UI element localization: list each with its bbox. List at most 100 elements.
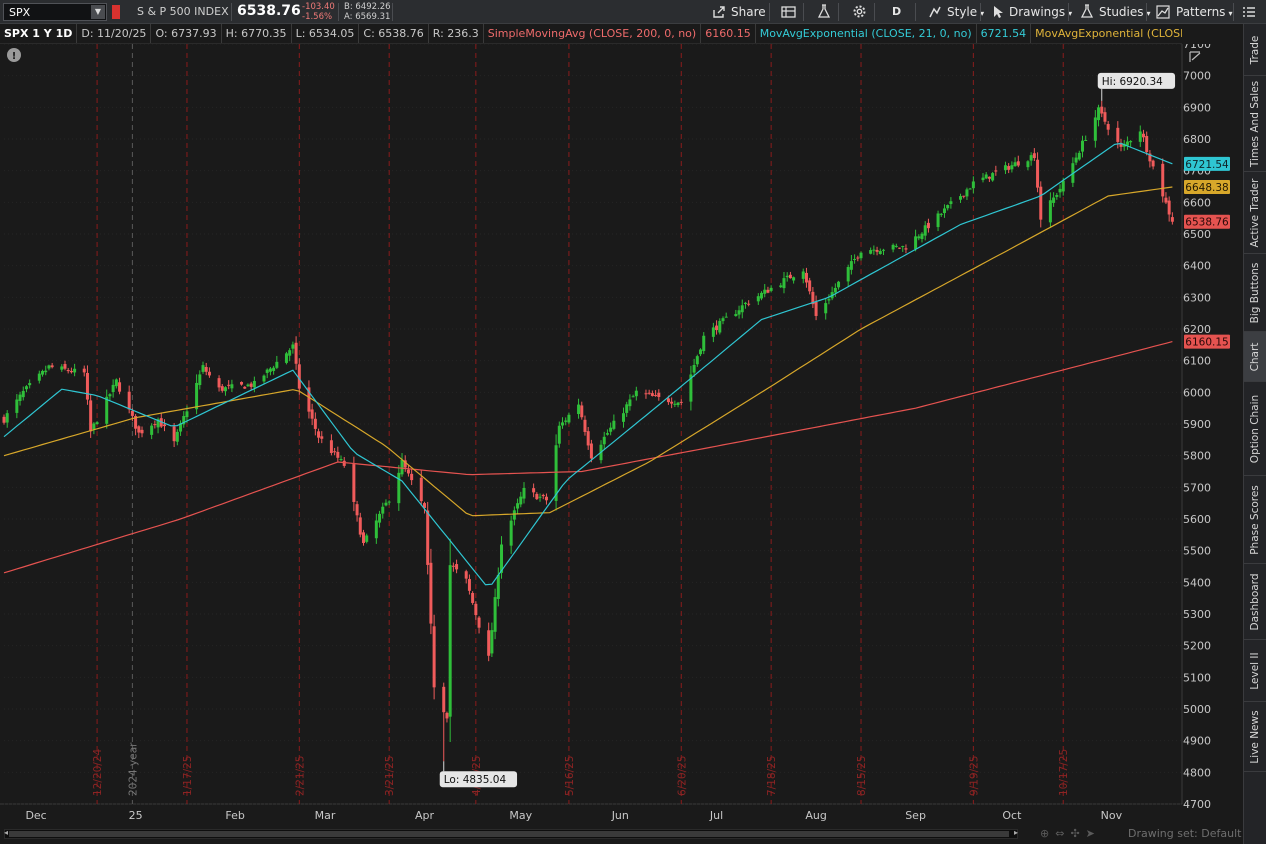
- candle-body: [140, 429, 144, 434]
- candle-body: [914, 236, 918, 250]
- symbol-description: S & P 500 INDEX: [137, 5, 229, 18]
- candle-body: [310, 409, 314, 419]
- candle-body: [352, 464, 356, 502]
- candle-body: [987, 176, 991, 179]
- studies-button[interactable]: Studies ▾: [1076, 2, 1155, 22]
- scroll-left-icon[interactable]: ◂: [4, 828, 8, 837]
- y-tick-label: 6300: [1183, 291, 1211, 304]
- gear-icon: [853, 5, 866, 18]
- scrollbar-thumb[interactable]: [9, 831, 1009, 837]
- symbol-dropdown-icon[interactable]: ▼: [91, 5, 105, 19]
- candle-body: [471, 592, 475, 603]
- settings-button[interactable]: [848, 2, 876, 22]
- symbol-input[interactable]: SPX ▼: [3, 3, 107, 21]
- candle-body: [628, 399, 632, 407]
- sidebar-tab-times-and-sales[interactable]: Times And Sales: [1244, 76, 1266, 172]
- candle-body: [516, 503, 520, 509]
- candle-body: [172, 426, 176, 442]
- candle-body: [1032, 153, 1036, 159]
- sma200-label[interactable]: SimpleMovingAvg (CLOSE, 200, 0, no): [484, 24, 702, 43]
- change-block: -103.40 -1.56%: [302, 2, 335, 22]
- share-label: Share: [731, 5, 766, 19]
- candle-body: [612, 420, 616, 429]
- sidebar-tab-dashboard[interactable]: Dashboard: [1244, 564, 1266, 640]
- candle-body: [243, 386, 247, 389]
- sidebar-tab-option-chain[interactable]: Option Chain: [1244, 382, 1266, 476]
- aggregation-button[interactable]: D: [888, 2, 905, 22]
- y-tick-label: 6200: [1183, 323, 1211, 336]
- candle-body: [1061, 180, 1065, 192]
- candle-body: [108, 394, 112, 397]
- candle-body: [249, 383, 253, 387]
- candle-body: [923, 225, 927, 236]
- candle-body: [946, 205, 950, 209]
- sidebar-tab-level-ii[interactable]: Level II: [1244, 640, 1266, 702]
- candle-body: [1164, 197, 1168, 203]
- pointer-icon[interactable]: ➤: [1086, 827, 1101, 840]
- candle-body: [949, 201, 953, 205]
- sidebar-tab-phase-scores[interactable]: Phase Scores: [1244, 476, 1266, 564]
- horizontal-scrollbar[interactable]: ◂ ▸: [4, 828, 1018, 839]
- bar-range: R: 236.3: [429, 24, 484, 43]
- candle-body: [824, 303, 828, 314]
- chart-background: [0, 44, 1243, 824]
- candle-body: [891, 244, 895, 250]
- sidebar-tab-trade[interactable]: Trade: [1244, 24, 1266, 76]
- crosshair-icon[interactable]: ✣: [1070, 827, 1085, 840]
- candle-body: [493, 597, 497, 632]
- candle-body: [859, 252, 863, 259]
- cursor-arrow-icon: [994, 6, 1003, 18]
- ema21-label[interactable]: MovAvgExponential (CLOSE, 21, 0, no): [756, 24, 977, 43]
- sidebar-tab-live-news[interactable]: Live News: [1244, 702, 1266, 772]
- info-icon-glyph: !: [12, 51, 17, 62]
- pan-icon[interactable]: ⇔: [1055, 827, 1070, 840]
- ema60-label[interactable]: MovAvgExponential (CLOSE, 60, 0, no): [1031, 24, 1182, 43]
- candle-body: [92, 423, 96, 430]
- candle-body: [634, 390, 638, 397]
- sidebar-tab-active-trader[interactable]: Active Trader: [1244, 172, 1266, 254]
- share-button[interactable]: Share: [708, 2, 770, 22]
- sidebar-tab-label: Option Chain: [1249, 394, 1261, 463]
- menu-button[interactable]: [1238, 2, 1265, 22]
- zoom-controls[interactable]: ⊕⇔✣➤: [1040, 827, 1101, 840]
- drawing-set-label[interactable]: Drawing set: Default: [1128, 827, 1241, 840]
- link-flag-icon[interactable]: [112, 5, 120, 19]
- candle-body: [361, 532, 365, 543]
- sidebar-tab-chart[interactable]: Chart: [1244, 332, 1266, 382]
- candle-body: [162, 424, 166, 427]
- candle-body: [644, 393, 648, 395]
- zoom-icon[interactable]: ⊕: [1040, 827, 1055, 840]
- candle-body: [37, 373, 41, 381]
- bid-ask-block: B: 6492.26 A: 6569.31: [344, 2, 391, 22]
- drawings-button[interactable]: Drawings ▾: [988, 2, 1076, 22]
- candle-body: [111, 384, 115, 392]
- candle-body: [1010, 165, 1014, 170]
- sidebar-tab-big-buttons[interactable]: Big Buttons: [1244, 254, 1266, 332]
- candle-body: [605, 433, 609, 435]
- price-chart[interactable]: 4700 4800 4900 5000 5100 5200 5300 5400 5500 5600…: [0, 44, 1243, 824]
- candle-body: [1129, 141, 1133, 143]
- save-grid-button[interactable]: [777, 2, 806, 22]
- candle-body: [21, 390, 25, 398]
- candle-body: [406, 469, 410, 474]
- period-line-label: 3/21/25: [384, 756, 396, 796]
- sidebar-tab-label: Level II: [1249, 651, 1261, 690]
- style-button[interactable]: Style ▾: [924, 2, 988, 22]
- divider: [980, 3, 981, 21]
- scroll-right-icon[interactable]: ▸: [1014, 828, 1018, 837]
- chart-label[interactable]: SPX 1 Y 1D: [0, 24, 78, 43]
- x-month-label: Jul: [709, 809, 723, 822]
- candle-body: [118, 382, 122, 392]
- candle-body: [252, 380, 256, 388]
- y-tick-label: 6000: [1183, 386, 1211, 399]
- bar-high: H: 6770.35: [222, 24, 292, 43]
- candle-body: [60, 366, 64, 370]
- y-tick-label: 6800: [1183, 133, 1211, 146]
- candle-body: [532, 488, 536, 493]
- candle-body: [272, 367, 276, 371]
- candle-body: [734, 314, 738, 317]
- candle-body: [535, 493, 539, 500]
- flask-button[interactable]: [813, 2, 840, 22]
- patterns-button[interactable]: Patterns ▾: [1152, 2, 1236, 22]
- candle-body: [1080, 140, 1084, 152]
